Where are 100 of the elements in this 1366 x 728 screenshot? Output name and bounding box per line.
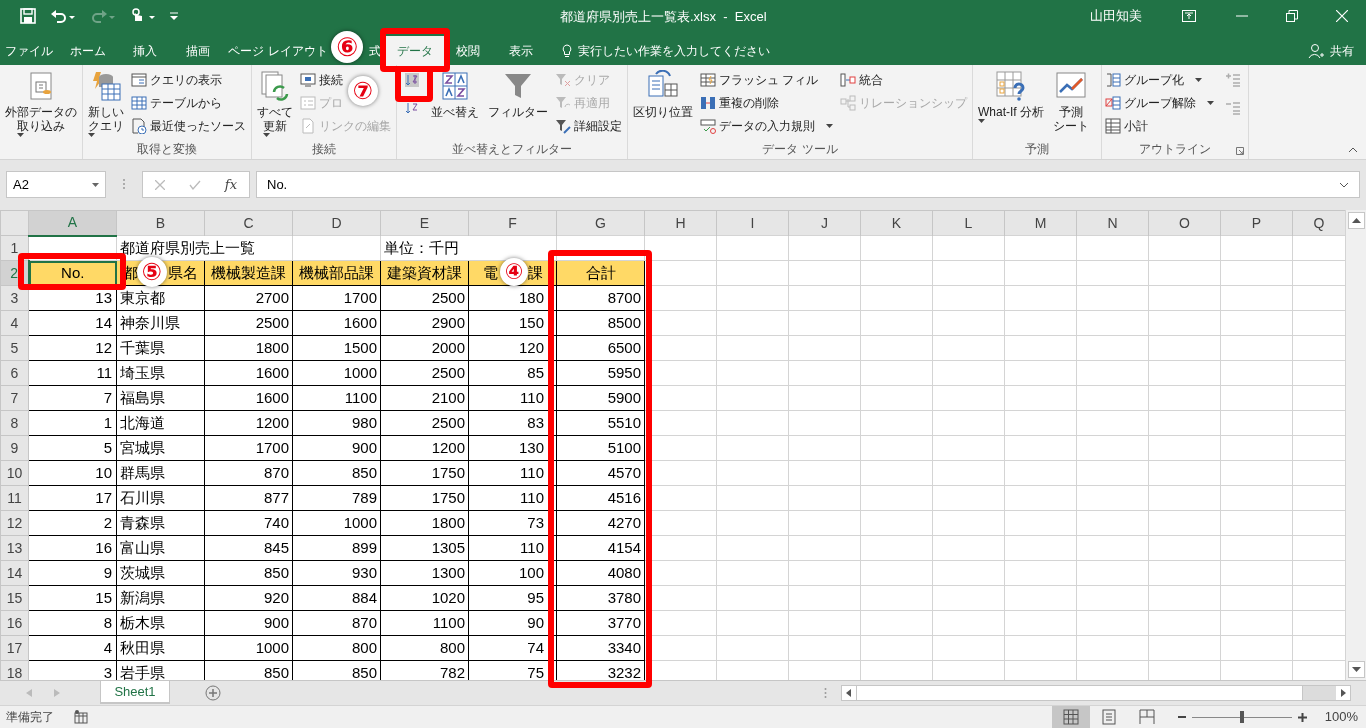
ribbon-button[interactable]: フラッシュ フィル [700,68,835,91]
check-icon[interactable] [188,179,201,190]
zoom-level[interactable]: 100% [1324,707,1358,727]
share-button[interactable]: 共有 [1304,36,1358,65]
ribbon-button[interactable]: フィルター [486,68,550,119]
column-header[interactable]: Q [1292,210,1345,236]
table-cell: 石川県 [116,485,205,511]
scroll-left-icon[interactable] [842,686,856,700]
ribbon-button[interactable]: 並べ替え [429,68,481,119]
ribbon-button[interactable]: 新しい クエリ [86,68,126,137]
row-header[interactable]: 13 [0,535,29,561]
column-header[interactable]: H [644,210,717,236]
column-header[interactable]: F [468,210,557,236]
row-header[interactable]: 10 [0,460,29,486]
view-button[interactable] [1051,706,1090,728]
ribbon-button[interactable]: テーブルから [131,91,248,114]
name-box[interactable]: A2 [6,171,106,198]
undo-icon[interactable] [50,8,76,24]
ribbon-button[interactable]: 重複の削除 [700,91,835,114]
scroll-thumb[interactable] [856,686,1303,700]
zoom-in-icon[interactable] [1297,712,1307,722]
row-header[interactable]: 8 [0,410,29,436]
row-header[interactable]: 9 [0,435,29,461]
touch-icon[interactable] [130,8,156,24]
ribbon-tab[interactable]: ホーム [58,36,118,65]
insert-function-button[interactable]: fx [224,174,237,195]
ribbon-button[interactable]: 区切り位置 [631,68,695,119]
column-header[interactable]: J [788,210,861,236]
row-header[interactable]: 15 [0,585,29,611]
column-header[interactable]: A [28,210,117,236]
column-header[interactable]: I [716,210,789,236]
row-header[interactable]: 11 [0,485,29,511]
column-header[interactable]: D [292,210,381,236]
zoom-slider-thumb[interactable] [1239,711,1244,723]
row-header[interactable]: 5 [0,335,29,361]
dialog-launcher-icon[interactable] [1236,147,1244,155]
scroll-up-icon[interactable] [1347,212,1365,229]
ribbon-tab[interactable]: ページ レイアウト [224,36,332,65]
column-header[interactable]: O [1148,210,1221,236]
customize-icon[interactable] [170,12,178,20]
close-icon[interactable] [1336,10,1348,22]
scroll-right-icon[interactable] [1336,686,1350,700]
row-header[interactable]: 4 [0,310,29,336]
ribbon-button[interactable]: 最近使ったソース [131,114,248,137]
formula-field[interactable]: No. [256,171,1360,198]
horizontal-scrollbar[interactable] [841,685,1351,701]
row-header[interactable]: 6 [0,360,29,386]
ribbon-button[interactable]: 小計 [1105,114,1216,137]
ribbon-tab[interactable]: ファイル [0,36,58,65]
restore-icon[interactable] [1286,10,1298,22]
table-cell: 789 [292,485,381,511]
ribbon-button[interactable]: 詳細設定 [555,114,624,137]
collapse-ribbon-icon[interactable] [1348,147,1358,153]
sort-ascending-icon[interactable] [404,72,420,88]
ribbon-button[interactable]: グループ解除 [1105,91,1216,114]
ribbon-tab[interactable]: 式 [366,36,384,65]
column-header[interactable]: G [556,210,645,236]
sheet-tab[interactable]: Sheet1 [100,681,170,704]
row-header[interactable]: 16 [0,610,29,636]
macro-record-icon[interactable] [74,710,88,724]
row-header[interactable]: 17 [0,635,29,661]
column-header[interactable]: E [380,210,469,236]
row-header[interactable]: 12 [0,510,29,536]
zoom-out-icon[interactable] [1177,713,1186,721]
ribbon-button[interactable]: データの入力規則 [700,114,835,137]
add-sheet-icon[interactable] [205,685,221,701]
column-header[interactable]: M [1004,210,1077,236]
ribbon-button[interactable]: クエリの表示 [131,68,248,91]
ribbon-display-icon[interactable] [1182,10,1196,22]
scroll-down-icon[interactable] [1347,661,1365,678]
ribbon-button[interactable]: 外部データの 取り込み [3,68,79,137]
table-cell: 73 [468,510,557,536]
table-cell: 900 [292,435,381,461]
column-header[interactable]: L [932,210,1005,236]
save-icon[interactable] [20,8,36,24]
column-header[interactable]: B [116,210,205,236]
column-header[interactable]: K [860,210,933,236]
expand-icon[interactable] [1339,181,1349,188]
row-header[interactable]: 7 [0,385,29,411]
column-header[interactable]: C [204,210,293,236]
column-header[interactable]: P [1220,210,1293,236]
vertical-scrollbar[interactable] [1345,210,1366,680]
ribbon-button[interactable]: 予測 シート [1051,68,1091,133]
ribbon-tab[interactable]: 挿入 [118,36,172,65]
ribbon-tab[interactable]: データ [384,36,446,65]
ribbon-button[interactable]: 統合 [840,68,969,91]
ribbon-button[interactable]: グループ化 [1105,68,1216,91]
ribbon-tab[interactable]: 表示 [490,36,552,65]
table-cell: 180 [468,285,557,311]
row-header[interactable]: 18 [0,660,29,680]
ribbon-button[interactable]: What-If 分析 [976,68,1046,123]
database-table-icon [90,70,122,102]
row-header[interactable]: 14 [0,560,29,586]
ribbon-button[interactable]: すべて 更新 [255,68,295,137]
tell-me-field[interactable]: 実行したい作業を入力してください [578,41,778,60]
ribbon-tab[interactable]: 校閲 [446,36,490,65]
table-cell: 85 [468,360,557,386]
sort-descending-icon[interactable] [404,100,420,116]
column-header[interactable]: N [1076,210,1149,236]
ribbon-tab[interactable]: 描画 [172,36,224,65]
